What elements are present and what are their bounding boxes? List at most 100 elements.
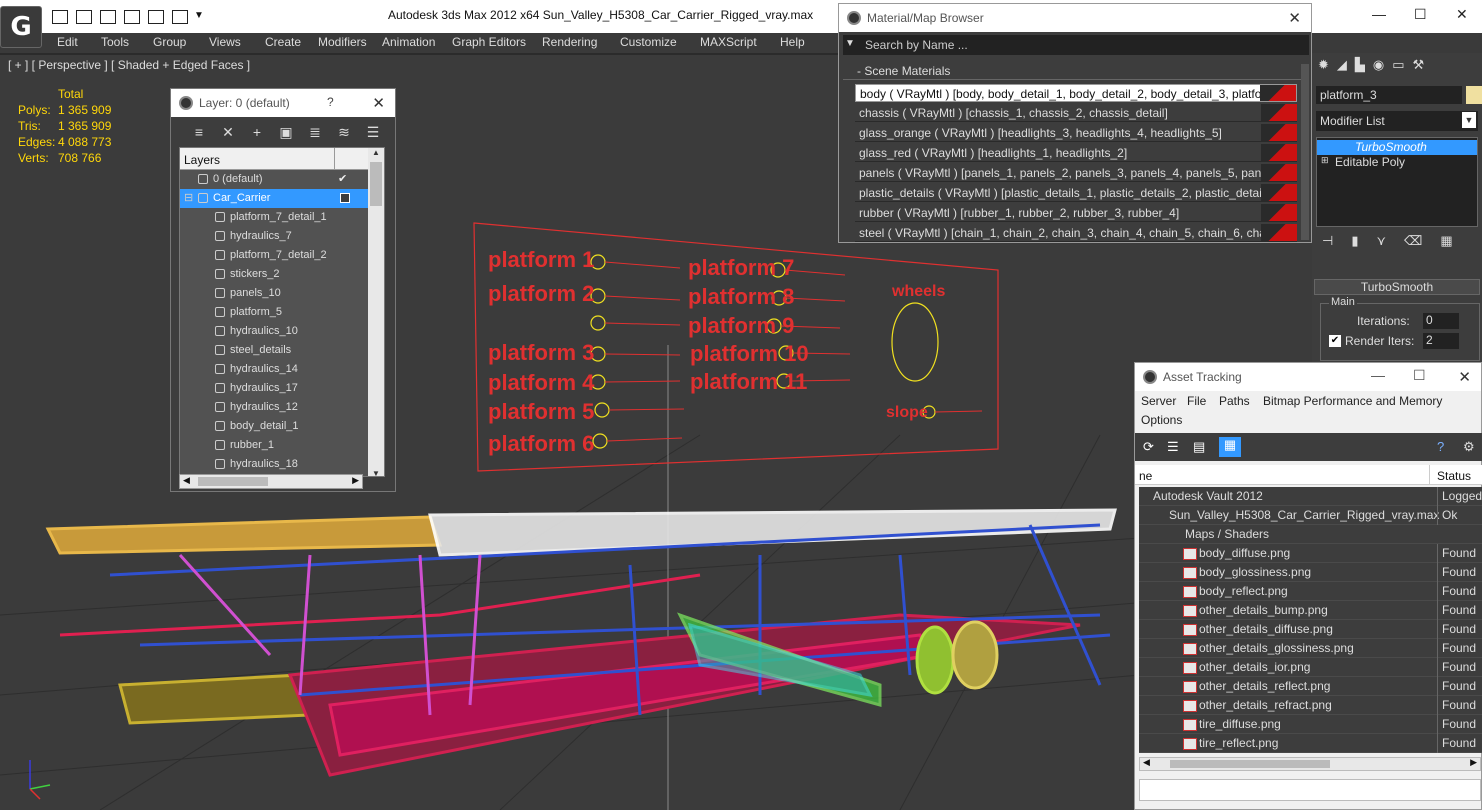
- menu-file[interactable]: File: [1187, 394, 1206, 408]
- undo-icon[interactable]: [100, 10, 116, 24]
- utilities-tab-icon[interactable]: ⚒: [1413, 57, 1425, 77]
- layer-object-item[interactable]: hydraulics_12: [180, 398, 384, 417]
- modify-tab-icon[interactable]: ◢: [1337, 57, 1347, 77]
- menu-customize[interactable]: Customize: [620, 35, 677, 49]
- layer-item-selected[interactable]: ⊟ Car_Carrier: [180, 189, 384, 208]
- list-view-icon[interactable]: ☰: [1167, 439, 1179, 455]
- layer-object-item[interactable]: hydraulics_18: [180, 455, 384, 474]
- render-iters-checkbox[interactable]: ✔: [1329, 335, 1341, 347]
- layer-object-item[interactable]: panels_10: [180, 284, 384, 303]
- minimize-icon[interactable]: —: [1372, 6, 1386, 22]
- render-iters-spinner[interactable]: 2: [1423, 333, 1459, 349]
- scroll-thumb[interactable]: [198, 477, 268, 486]
- close-icon[interactable]: ✕: [1288, 9, 1301, 27]
- layer-object-item[interactable]: steel_details: [180, 341, 384, 360]
- asset-row[interactable]: Sun_Valley_H5308_Car_Carrier_Rigged_vray…: [1139, 506, 1482, 525]
- horizontal-scrollbar[interactable]: ◀ ▶: [1139, 757, 1481, 771]
- material-row[interactable]: steel ( VRayMtl ) [chain_1, chain_2, cha…: [855, 224, 1297, 242]
- asset-row[interactable]: tire_reflect.png Found: [1139, 734, 1482, 753]
- vertical-scrollbar[interactable]: [1301, 64, 1309, 240]
- select-layer-icon[interactable]: ≣: [305, 123, 325, 141]
- asset-row[interactable]: Autodesk Vault 2012Logged O: [1139, 487, 1482, 506]
- asset-row[interactable]: body_diffuse.png Found: [1139, 544, 1482, 563]
- asset-row[interactable]: tire_diffuse.png Found: [1139, 715, 1482, 734]
- modifier-list-dropdown[interactable]: Modifier List ▼: [1316, 111, 1478, 131]
- material-search-input[interactable]: Search by Name ...: [843, 35, 1309, 55]
- menu-modifiers[interactable]: Modifiers: [318, 35, 367, 49]
- layers-column-header[interactable]: Layers: [180, 148, 384, 170]
- menu-views[interactable]: Views: [209, 35, 241, 49]
- material-row[interactable]: body ( VRayMtl ) [body, body_detail_1, b…: [855, 84, 1297, 102]
- create-layer-icon[interactable]: ≡: [189, 123, 209, 141]
- stack-item-turbosmooth[interactable]: TurboSmooth: [1317, 140, 1477, 155]
- delete-layer-icon[interactable]: ✕: [218, 123, 238, 141]
- menu-maxscript[interactable]: MAXScript: [700, 35, 757, 49]
- menu-rendering[interactable]: Rendering: [542, 35, 597, 49]
- object-color-swatch[interactable]: [1466, 86, 1482, 104]
- save-file-icon[interactable]: [76, 10, 92, 24]
- scroll-thumb[interactable]: [1170, 760, 1330, 768]
- current-layer-toggle[interactable]: [340, 193, 350, 203]
- layer-object-item[interactable]: hydraulics_14: [180, 360, 384, 379]
- stack-item-editable-poly[interactable]: ⊞ Editable Poly: [1317, 155, 1477, 170]
- create-tab-icon[interactable]: ✹: [1318, 57, 1329, 77]
- layer-panel-titlebar[interactable]: Layer: 0 (default) ? ✕: [171, 89, 395, 117]
- layer-object-item[interactable]: rubber_1: [180, 436, 384, 455]
- browser-options-icon[interactable]: ▼: [845, 38, 855, 49]
- material-row[interactable]: chassis ( VRayMtl ) [chassis_1, chassis_…: [855, 104, 1297, 122]
- menu-server[interactable]: Server: [1141, 394, 1176, 408]
- layer-object-item[interactable]: platform_7_detail_1: [180, 208, 384, 227]
- fetch-icon[interactable]: [172, 10, 188, 24]
- table-view-icon[interactable]: ▦: [1219, 437, 1241, 457]
- layer-object-item[interactable]: platform_5: [180, 303, 384, 322]
- status-column-header[interactable]: Status: [1437, 469, 1471, 483]
- select-objects-icon[interactable]: ▣: [276, 123, 296, 141]
- material-row[interactable]: rubber ( VRayMtl ) [rubber_1, rubber_2, …: [855, 204, 1297, 222]
- asset-row[interactable]: body_reflect.png Found: [1139, 582, 1482, 601]
- asset-row[interactable]: other_details_ior.png Found: [1139, 658, 1482, 677]
- close-icon[interactable]: ✕: [372, 94, 385, 112]
- material-row[interactable]: panels ( VRayMtl ) [panels_1, panels_2, …: [855, 164, 1297, 182]
- layer-object-item[interactable]: stickers_2: [180, 265, 384, 284]
- help-icon[interactable]: ?: [1437, 439, 1444, 454]
- asset-row[interactable]: body_glossiness.png Found: [1139, 563, 1482, 582]
- maximize-icon[interactable]: ☐: [1413, 367, 1426, 384]
- scroll-right-icon[interactable]: ▶: [352, 475, 359, 486]
- scroll-left-icon[interactable]: ◀: [1143, 757, 1150, 768]
- scroll-right-icon[interactable]: ▶: [1470, 757, 1477, 768]
- menu-options[interactable]: Options: [1141, 413, 1182, 427]
- layer-object-item[interactable]: platform_7_detail_2: [180, 246, 384, 265]
- remove-modifier-icon[interactable]: ⌫: [1404, 233, 1422, 253]
- vertical-scrollbar[interactable]: ▲ ▼: [368, 148, 384, 476]
- asset-row[interactable]: other_details_glossiness.png Found: [1139, 639, 1482, 658]
- scroll-up-icon[interactable]: ▲: [368, 148, 384, 157]
- freeze-all-icon[interactable]: ☰: [363, 123, 383, 141]
- collapse-icon[interactable]: ⊟: [184, 189, 193, 208]
- scroll-thumb[interactable]: [370, 162, 382, 206]
- make-unique-icon[interactable]: ⋎: [1376, 233, 1386, 253]
- display-tab-icon[interactable]: ▭: [1392, 57, 1404, 77]
- maximize-icon[interactable]: ☐: [1414, 6, 1427, 23]
- motion-tab-icon[interactable]: ◉: [1373, 57, 1384, 77]
- configure-sets-icon[interactable]: ▦: [1440, 233, 1452, 253]
- path-field[interactable]: [1139, 779, 1481, 801]
- menu-paths[interactable]: Paths: [1219, 394, 1250, 408]
- asset-row[interactable]: other_details_refract.png Found: [1139, 696, 1482, 715]
- menu-bitmap-performance[interactable]: Bitmap Performance and Memory: [1263, 394, 1442, 408]
- menu-tools[interactable]: Tools: [101, 35, 129, 49]
- material-row[interactable]: glass_red ( VRayMtl ) [headlights_1, hea…: [855, 144, 1297, 162]
- open-file-icon[interactable]: [52, 10, 68, 24]
- asset-row[interactable]: other_details_diffuse.png Found: [1139, 620, 1482, 639]
- material-browser-titlebar[interactable]: Material/Map Browser ✕: [839, 4, 1311, 32]
- close-icon[interactable]: ✕: [1456, 6, 1468, 23]
- hide-all-icon[interactable]: ≋: [334, 123, 354, 141]
- layer-object-item[interactable]: hydraulics_17: [180, 379, 384, 398]
- menu-animation[interactable]: Animation: [382, 35, 435, 49]
- show-end-result-icon[interactable]: ▮: [1351, 233, 1358, 253]
- asset-row[interactable]: other_details_bump.png Found: [1139, 601, 1482, 620]
- settings-icon[interactable]: ⚙: [1463, 439, 1475, 455]
- expand-icon[interactable]: ⊞: [1321, 155, 1329, 166]
- refresh-icon[interactable]: ⟳: [1143, 439, 1154, 455]
- scene-materials-header[interactable]: - Scene Materials: [843, 64, 1309, 80]
- hierarchy-tab-icon[interactable]: ▙: [1355, 57, 1365, 77]
